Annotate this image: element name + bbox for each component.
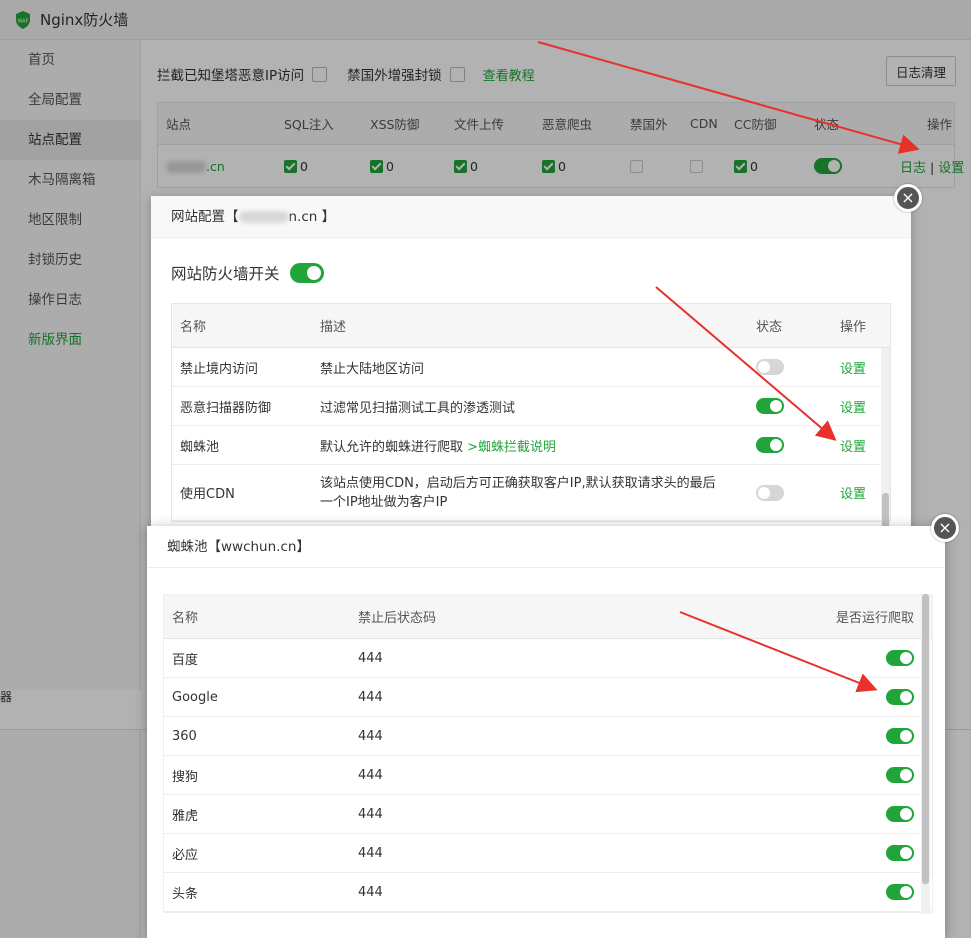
spider-name: 必应 xyxy=(172,847,199,863)
spider-table-header: 名称 禁止后状态码 是否运行爬取 xyxy=(164,595,932,639)
col-spider-name: 名称 xyxy=(172,611,199,626)
spider-pool-dialog: 蜘蛛池【wwchun.cn】 名称 禁止后状态码 是否运行爬取 百度 444 G… xyxy=(147,526,945,938)
spider-toggle[interactable] xyxy=(886,689,914,705)
table-row: 使用CDN 该站点使用CDN，启动后方可正确获取客户IP,默认获取请求头的最后一… xyxy=(172,465,890,521)
dialog-title-suffix: n.cn 】 xyxy=(288,209,336,225)
blurred-domain xyxy=(238,211,289,223)
col-allow-crawl: 是否运行爬取 xyxy=(835,611,914,626)
spider-table: 名称 禁止后状态码 是否运行爬取 百度 444 Google 444 360 4… xyxy=(163,594,933,913)
spider-block-help-link[interactable]: >蜘蛛拦截说明 xyxy=(467,440,556,455)
rule-toggle[interactable] xyxy=(756,359,784,375)
col-state: 状态 xyxy=(756,320,783,335)
table-row: 头条 444 xyxy=(164,873,932,912)
spider-name: 搜狗 xyxy=(172,769,199,785)
spider-toggle[interactable] xyxy=(886,767,914,783)
rule-toggle[interactable] xyxy=(756,398,784,414)
spider-name: 360 xyxy=(172,728,197,744)
spider-code: 444 xyxy=(358,767,383,783)
spider-toggle[interactable] xyxy=(886,884,914,900)
table-row: 360 444 xyxy=(164,717,932,756)
spider-table-scrollbar[interactable] xyxy=(921,594,930,914)
spider-code: 444 xyxy=(358,806,383,822)
col-status-code: 禁止后状态码 xyxy=(358,611,437,626)
table-row: Google 444 xyxy=(164,678,932,717)
rule-desc: 该站点使用CDN，启动后方可正确获取客户IP,默认获取请求头的最后一个IP地址做… xyxy=(320,475,716,510)
rule-desc: 禁止大陆地区访问 xyxy=(320,361,425,377)
rule-desc: 默认允许的蜘蛛进行爬取 xyxy=(320,439,464,455)
spider-code: 444 xyxy=(358,845,383,861)
rule-desc: 过滤常见扫描测试工具的渗透测试 xyxy=(320,400,516,416)
rule-settings-link[interactable]: 设置 xyxy=(840,362,866,377)
rule-settings-link[interactable]: 设置 xyxy=(840,487,866,502)
col-op: 操作 xyxy=(840,320,867,335)
table-row: 百度 444 xyxy=(164,639,932,678)
rule-name: 蜘蛛池 xyxy=(180,439,220,455)
spider-pool-dialog-title: 蜘蛛池【wwchun.cn】 xyxy=(147,526,945,568)
spider-toggle[interactable] xyxy=(886,650,914,666)
rule-toggle[interactable] xyxy=(756,484,784,501)
spider-name: 头条 xyxy=(172,886,199,902)
spider-toggle[interactable] xyxy=(886,806,914,822)
firewall-switch-toggle[interactable] xyxy=(289,263,324,283)
spider-toggle[interactable] xyxy=(886,845,914,861)
rule-settings-link[interactable]: 设置 xyxy=(840,401,866,416)
table-row: 恶意扫描器防御 过滤常见扫描测试工具的渗透测试 设置 xyxy=(172,387,890,426)
dialog-title-prefix: 网站配置【 xyxy=(171,209,239,225)
rule-table: 名称 描述 状态 操作 禁止境内访问 禁止大陆地区访问 设置 恶意扫描器防御 过… xyxy=(171,303,891,538)
table-row: 搜狗 444 xyxy=(164,756,932,795)
spider-pool-close-icon[interactable]: × xyxy=(931,514,959,542)
site-config-close-icon[interactable]: × xyxy=(894,184,922,212)
rule-table-header: 名称 描述 状态 操作 xyxy=(172,304,890,348)
table-row: 必应 444 xyxy=(164,834,932,873)
rule-table-scrollbar[interactable] xyxy=(881,348,890,538)
rule-settings-link[interactable]: 设置 xyxy=(840,440,866,455)
table-row: 禁止境内访问 禁止大陆地区访问 设置 xyxy=(172,348,890,387)
rule-name: 恶意扫描器防御 xyxy=(180,400,272,416)
rule-name: 使用CDN xyxy=(180,487,235,502)
spider-name: 百度 xyxy=(172,652,199,668)
site-config-dialog: 网站配置【 n.cn 】 网站防火墙开关 名称 描述 状态 操作 禁止境内访问 禁… xyxy=(151,196,911,538)
rule-toggle[interactable] xyxy=(756,437,784,453)
spider-name: 雅虎 xyxy=(172,808,199,824)
spider-code: 444 xyxy=(358,884,383,900)
rule-name: 禁止境内访问 xyxy=(180,361,259,377)
table-row: 雅虎 444 xyxy=(164,795,932,834)
site-config-dialog-title: 网站配置【 n.cn 】 xyxy=(151,196,911,238)
col-desc: 描述 xyxy=(320,320,347,335)
spider-toggle[interactable] xyxy=(886,728,914,744)
firewall-switch-row: 网站防火墙开关 xyxy=(171,262,324,284)
spider-name: Google xyxy=(172,689,218,705)
spider-code: 444 xyxy=(358,689,383,705)
table-row: 蜘蛛池 默认允许的蜘蛛进行爬取 >蜘蛛拦截说明 设置 xyxy=(172,426,890,465)
firewall-switch-label: 网站防火墙开关 xyxy=(171,265,280,283)
col-name: 名称 xyxy=(180,320,207,335)
spider-code: 444 xyxy=(358,650,383,666)
spider-code: 444 xyxy=(358,728,383,744)
